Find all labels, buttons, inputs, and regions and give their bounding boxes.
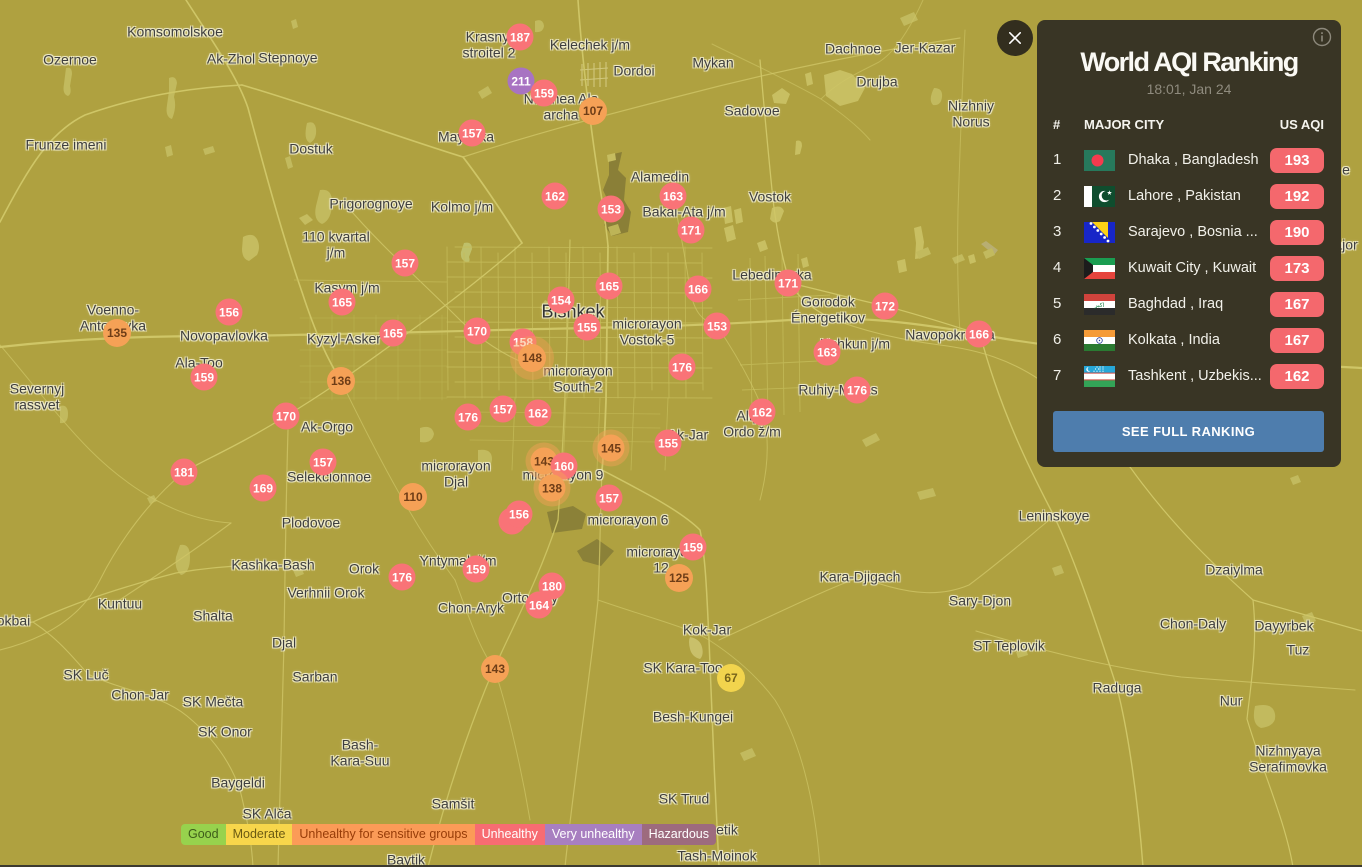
svg-text:اكبر: اكبر <box>1094 302 1105 309</box>
